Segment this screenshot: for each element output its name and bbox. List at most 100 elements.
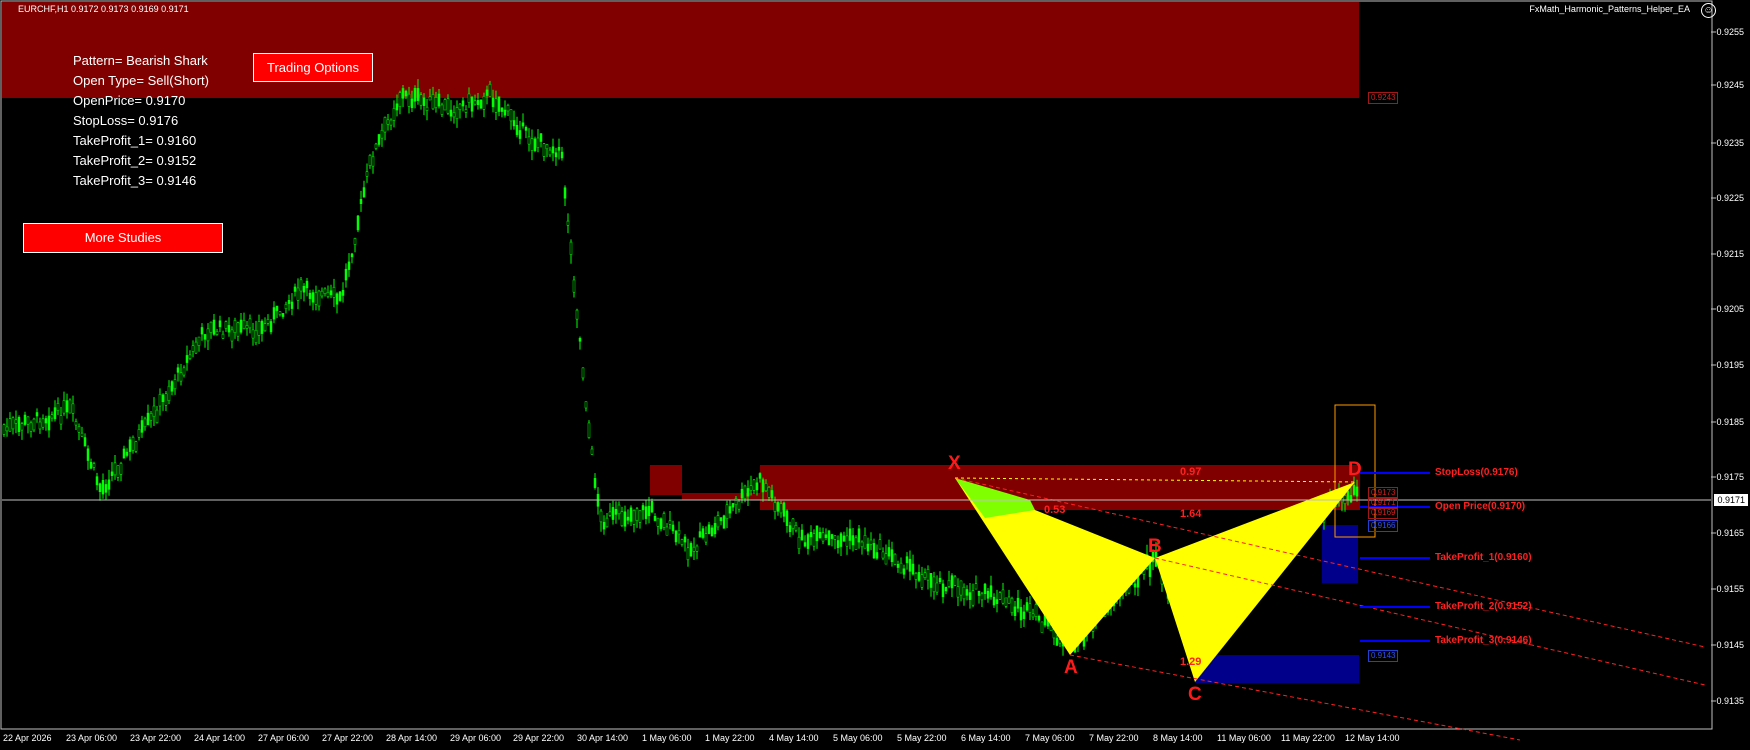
candle-body (623, 511, 627, 527)
time-axis-label: 8 May 14:00 (1153, 733, 1203, 743)
candle-body (116, 465, 120, 478)
candle-body (671, 524, 675, 532)
candle-body (341, 289, 345, 296)
candle-body (1028, 603, 1032, 613)
candle-body (1352, 484, 1356, 495)
candle-body (245, 325, 249, 329)
candle-body (932, 576, 936, 593)
candle-body (743, 485, 747, 499)
candle-body (32, 418, 36, 431)
candle-body (878, 539, 882, 550)
candle-body (704, 533, 708, 543)
price-axis-label: 0.9185 (1716, 417, 1744, 427)
candle-body (371, 156, 375, 167)
candle-body (233, 320, 237, 333)
candle-body (656, 517, 660, 527)
candle-body (338, 291, 342, 301)
candle-body (812, 533, 816, 547)
candle-body (839, 533, 843, 547)
candle-body (503, 109, 507, 116)
candle-body (590, 448, 594, 455)
candle-body (617, 504, 621, 515)
candle-body (740, 488, 744, 499)
candle-body (869, 539, 873, 545)
smiley-icon[interactable]: ☺ (1701, 3, 1716, 18)
point-b-label: B (1148, 536, 1162, 557)
time-axis-label: 1 May 22:00 (705, 733, 755, 743)
candle-body (1037, 616, 1041, 621)
chart-window[interactable]: EURCHF,H1 0.9172 0.9173 0.9169 0.9171 Fx… (0, 0, 1750, 750)
time-axis-label: 24 Apr 14:00 (194, 733, 246, 743)
time-axis-label: 23 Apr 22:00 (130, 733, 182, 743)
info-take-profit-2: TakeProfit_2= 0.9152 (73, 153, 197, 168)
candle-body (737, 500, 741, 510)
candle-body (155, 409, 159, 423)
candle-body (776, 502, 780, 512)
candle-body (59, 415, 63, 425)
candle-body (299, 279, 303, 292)
candle-body (947, 580, 951, 587)
candle-body (119, 463, 123, 475)
candle-body (5, 426, 9, 432)
candle-body (275, 305, 279, 311)
more-studies-button[interactable]: More Studies (23, 223, 223, 253)
time-axis-label: 12 May 14:00 (1345, 733, 1400, 743)
candle-body (497, 96, 501, 112)
candle-body (572, 279, 576, 293)
time-axis-label: 11 May 06:00 (1217, 733, 1271, 743)
candle-body (98, 483, 102, 493)
candle-body (218, 320, 222, 328)
candle-body (539, 133, 543, 142)
candle-body (422, 97, 426, 106)
candle-body (278, 311, 282, 315)
candle-body (521, 122, 525, 127)
candle-body (965, 589, 969, 596)
trading-options-button[interactable]: Trading Options (253, 53, 373, 82)
candle-body (827, 530, 831, 546)
candle-body (734, 498, 738, 506)
price-axis-label: 0.9145 (1716, 640, 1744, 650)
candle-body (194, 341, 198, 354)
candle-body (620, 511, 624, 527)
candle-body (179, 372, 183, 382)
candle-body (638, 510, 642, 523)
open-price-level-label: Open Price(0.9170) (1435, 501, 1526, 512)
candle-body (107, 479, 111, 490)
candle-body (251, 329, 255, 339)
candle-body (392, 108, 396, 121)
candle-body (1007, 596, 1011, 604)
candle-body (794, 525, 798, 531)
candle-body (998, 592, 1002, 600)
candle-body (800, 529, 804, 541)
candle-body (728, 506, 732, 514)
candle-body (527, 136, 531, 145)
candle-body (68, 399, 72, 414)
ratio-bd-label: 1.29 (1180, 656, 1202, 668)
time-axis-label: 27 Apr 06:00 (258, 733, 310, 743)
candle-body (992, 596, 996, 606)
candle-body (404, 90, 408, 97)
candle-body (821, 532, 825, 542)
candle-body (461, 100, 465, 107)
candle-body (23, 414, 27, 425)
candle-body (20, 423, 24, 431)
candle-body (29, 422, 33, 432)
candle-body (569, 241, 573, 255)
candle-body (644, 506, 648, 519)
candle-body (449, 109, 453, 117)
candle-body (227, 325, 231, 333)
candle-body (26, 416, 30, 425)
candle-body (320, 290, 324, 297)
candle-body (926, 569, 930, 581)
candle-body (746, 488, 750, 497)
candle-body (35, 412, 39, 417)
candle-body (959, 580, 963, 596)
candle-body (311, 292, 315, 303)
candle-body (578, 337, 582, 342)
candle-body (512, 120, 516, 127)
candle-body (1148, 562, 1152, 577)
candle-body (437, 93, 441, 107)
candle-body (434, 97, 438, 109)
candle-body (914, 572, 918, 580)
candle-body (515, 124, 519, 135)
